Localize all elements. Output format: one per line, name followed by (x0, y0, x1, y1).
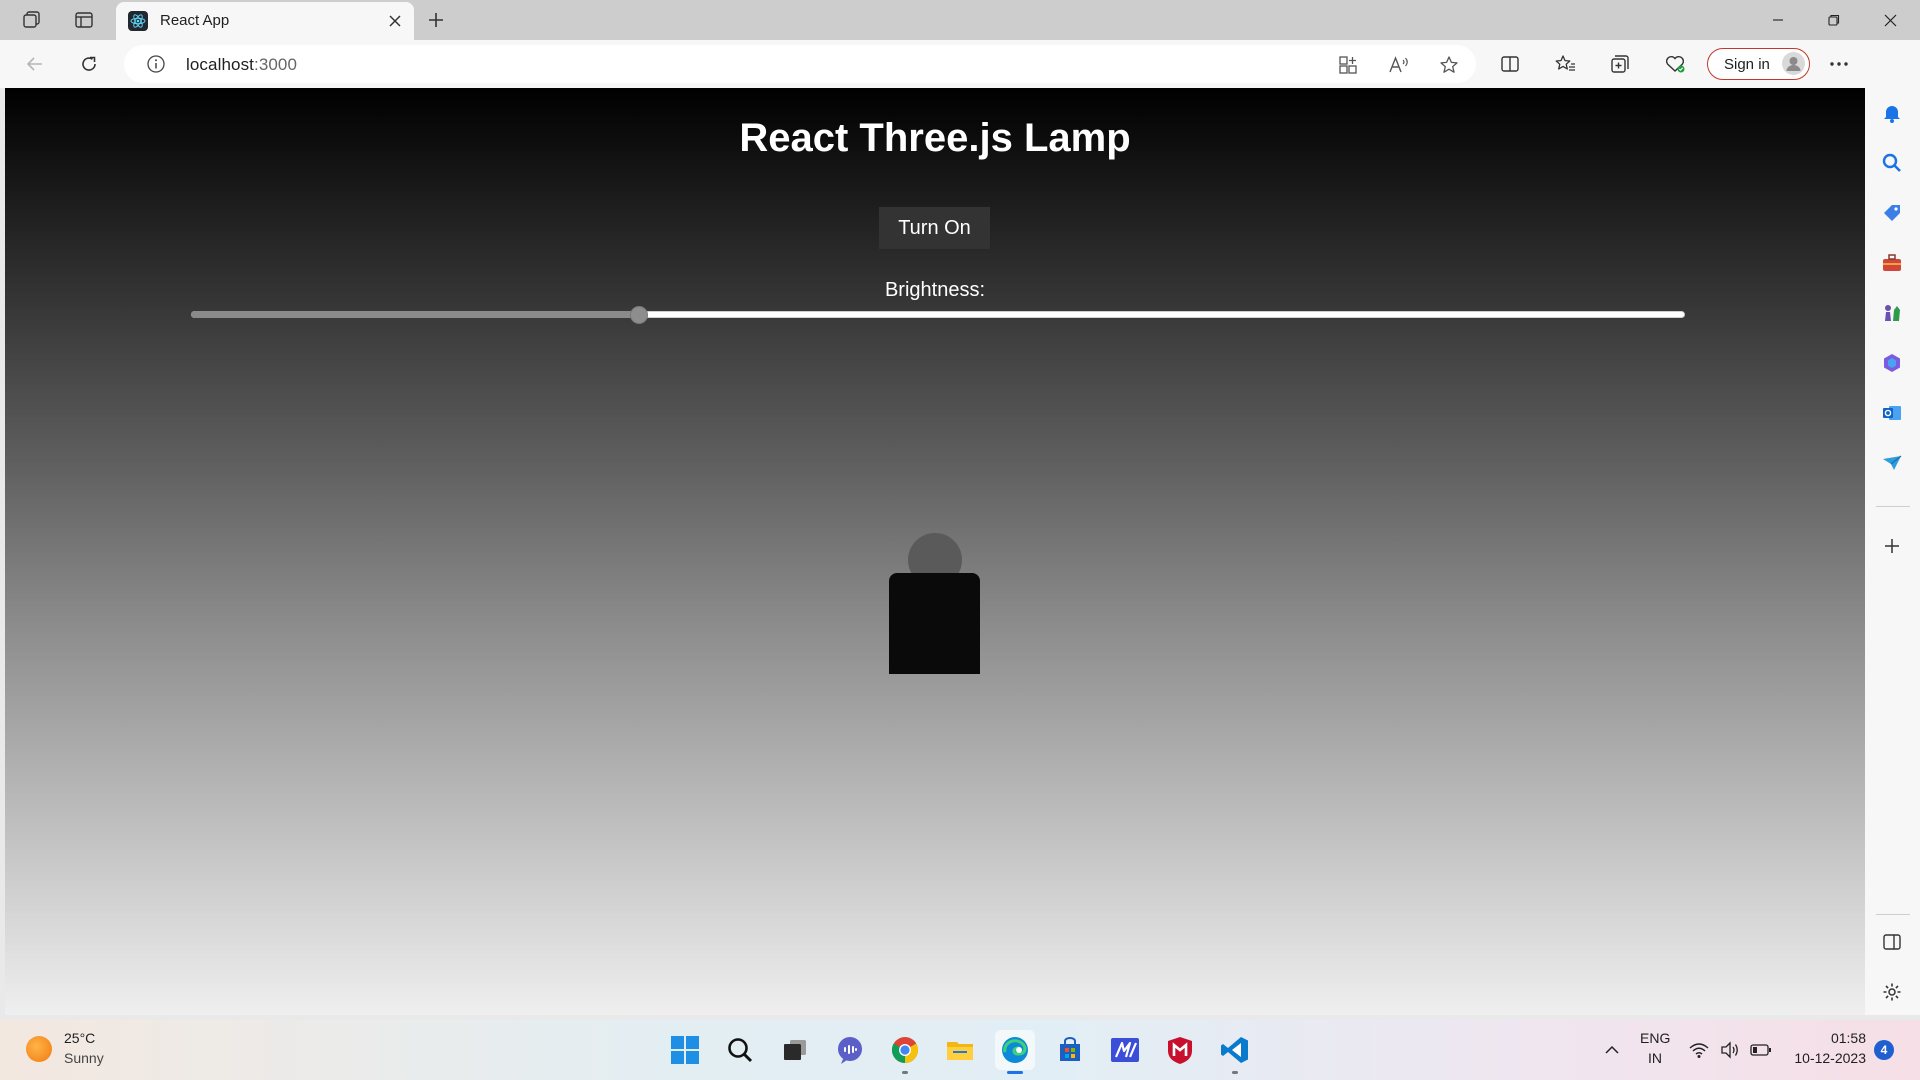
vertical-tabs-icon[interactable] (68, 6, 100, 34)
battery-icon[interactable] (1749, 1038, 1773, 1062)
search-icon[interactable] (720, 1030, 760, 1070)
site-info-icon[interactable] (146, 54, 166, 74)
vscode-icon[interactable] (1215, 1030, 1255, 1074)
tab-react-app[interactable]: React App (116, 2, 414, 40)
volume-icon[interactable] (1718, 1038, 1742, 1062)
split-screen-icon[interactable] (1493, 48, 1527, 80)
tab-title: React App (160, 12, 230, 29)
active-indicator (1007, 1071, 1023, 1074)
sidebar-divider-bottom (1876, 914, 1910, 915)
lamp-base (889, 573, 980, 674)
chrome-icon[interactable] (885, 1030, 925, 1074)
sign-in-label: Sign in (1724, 56, 1770, 73)
sign-in-button[interactable]: Sign in (1707, 48, 1810, 80)
collections-icon[interactable] (1603, 48, 1637, 80)
outlook-icon[interactable] (1879, 400, 1905, 426)
more-options-icon[interactable] (1822, 48, 1856, 80)
edge-icon[interactable] (995, 1030, 1035, 1074)
tag-icon[interactable] (1879, 200, 1905, 226)
close-tab-icon[interactable] (384, 10, 406, 32)
read-aloud-icon[interactable] (1386, 52, 1412, 78)
brightness-slider[interactable] (191, 305, 1685, 324)
new-tab-button[interactable] (420, 6, 452, 34)
app-available-icon[interactable] (1335, 52, 1361, 78)
add-icon[interactable] (1879, 533, 1905, 559)
show-hidden-icons-icon[interactable] (1600, 1038, 1624, 1062)
slider-fill (191, 311, 640, 318)
weather-description[interactable]: Sunny (64, 1050, 104, 1066)
running-indicator (902, 1071, 908, 1074)
favorite-star-icon[interactable] (1436, 52, 1462, 78)
mathpad-icon[interactable] (1105, 1030, 1145, 1070)
brightness-label: Brightness: (884, 279, 986, 301)
turn-on-button[interactable]: Turn On (879, 207, 990, 249)
toolbox-icon[interactable] (1879, 250, 1905, 276)
slider-thumb[interactable] (630, 306, 649, 324)
settings-icon[interactable] (1879, 979, 1905, 1005)
workspaces-icon[interactable] (16, 6, 48, 34)
profile-avatar-icon (1782, 52, 1805, 75)
bell-icon[interactable] (1879, 100, 1905, 126)
url-text[interactable]: localhost:3000 (186, 55, 297, 75)
restore-button[interactable] (1806, 0, 1862, 40)
store-icon[interactable] (1050, 1030, 1090, 1070)
minimize-button[interactable] (1750, 0, 1806, 40)
browser-essentials-icon[interactable] (1658, 48, 1692, 80)
back-button[interactable] (18, 48, 52, 80)
address-bar[interactable]: localhost:3000 (124, 45, 1476, 83)
react-logo-icon (128, 11, 148, 31)
panel-icon[interactable] (1879, 929, 1905, 955)
clock-time[interactable]: 01:58 (1790, 1030, 1866, 1046)
running-indicator (1232, 1071, 1238, 1074)
close-window-button[interactable] (1862, 0, 1918, 40)
page-viewport: React Three.js Lamp Turn On Brightness: (5, 88, 1865, 1015)
favorites-icon[interactable] (1548, 48, 1582, 80)
page-title: React Three.js Lamp (739, 116, 1131, 160)
wifi-icon[interactable] (1687, 1038, 1711, 1062)
office-icon[interactable] (1879, 350, 1905, 376)
notification-badge[interactable]: 4 (1874, 1040, 1894, 1060)
search-icon[interactable] (1879, 150, 1905, 176)
browser-toolbar: localhost:3000 Sign in (0, 40, 1920, 88)
windows-taskbar: 25°C Sunny ENG IN 01:58 10-12-2023 4 (0, 1020, 1920, 1080)
weather-temperature[interactable]: 25°C (64, 1030, 95, 1046)
chess-icon[interactable] (1879, 300, 1905, 326)
clock-date[interactable]: 10-12-2023 (1780, 1050, 1866, 1066)
teams-chat-icon[interactable] (830, 1030, 870, 1070)
language-indicator[interactable]: ENG (1640, 1030, 1670, 1046)
windows-start-icon[interactable] (665, 1030, 705, 1070)
mcafee-icon[interactable] (1160, 1030, 1200, 1070)
tab-strip: React App (0, 0, 1920, 40)
file-explorer-icon[interactable] (940, 1030, 980, 1070)
sun-weather-icon[interactable] (26, 1036, 52, 1062)
sidebar-divider (1876, 506, 1910, 507)
region-indicator[interactable]: IN (1640, 1050, 1670, 1066)
task-view-icon[interactable] (775, 1030, 815, 1070)
send-icon[interactable] (1879, 450, 1905, 476)
refresh-button[interactable] (72, 48, 106, 80)
edge-sidebar (1865, 40, 1920, 1015)
